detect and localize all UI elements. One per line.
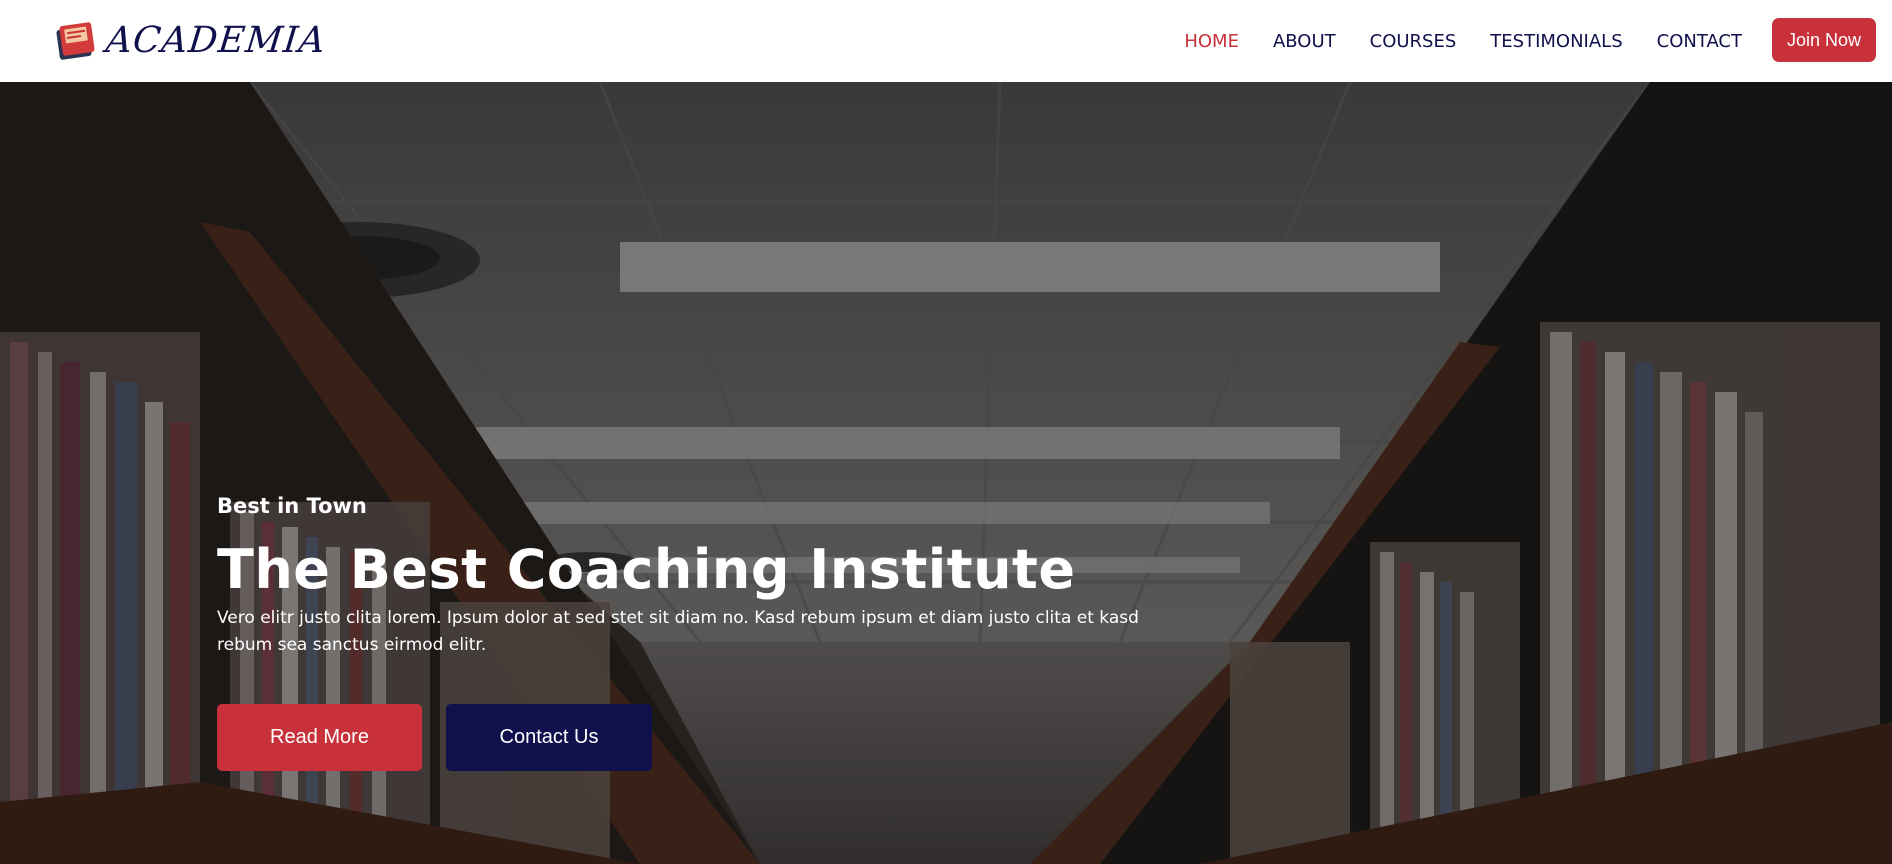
nav-testimonials[interactable]: TESTIMONIALS <box>1490 31 1622 52</box>
nav-courses[interactable]: COURSES <box>1370 31 1457 52</box>
read-more-button[interactable]: Read More <box>217 704 422 771</box>
hero-buttons: Read More Contact Us <box>217 704 652 771</box>
nav-home[interactable]: HOME <box>1184 31 1239 52</box>
nav-contact[interactable]: CONTACT <box>1657 31 1742 52</box>
main-nav: HOME ABOUT COURSES TESTIMONIALS CONTACT <box>1150 0 1742 82</box>
navbar: ACADEMIA HOME ABOUT COURSES TESTIMONIALS… <box>0 0 1892 82</box>
join-now-button[interactable]: Join Now <box>1772 18 1876 62</box>
hero-title: The Best Coaching Institute <box>217 538 1076 601</box>
hero-description: Vero elitr justo clita lorem. Ipsum dolo… <box>217 608 1139 656</box>
hero-content: Best in Town The Best Coaching Institute… <box>217 494 1217 659</box>
contact-us-button[interactable]: Contact Us <box>446 704 652 771</box>
brand-logo[interactable]: ACADEMIA <box>52 18 328 64</box>
hero-tagline: Best in Town <box>217 494 367 518</box>
nav-about[interactable]: ABOUT <box>1273 31 1336 52</box>
brand-name: ACADEMIA <box>103 20 328 61</box>
book-icon <box>56 22 95 60</box>
